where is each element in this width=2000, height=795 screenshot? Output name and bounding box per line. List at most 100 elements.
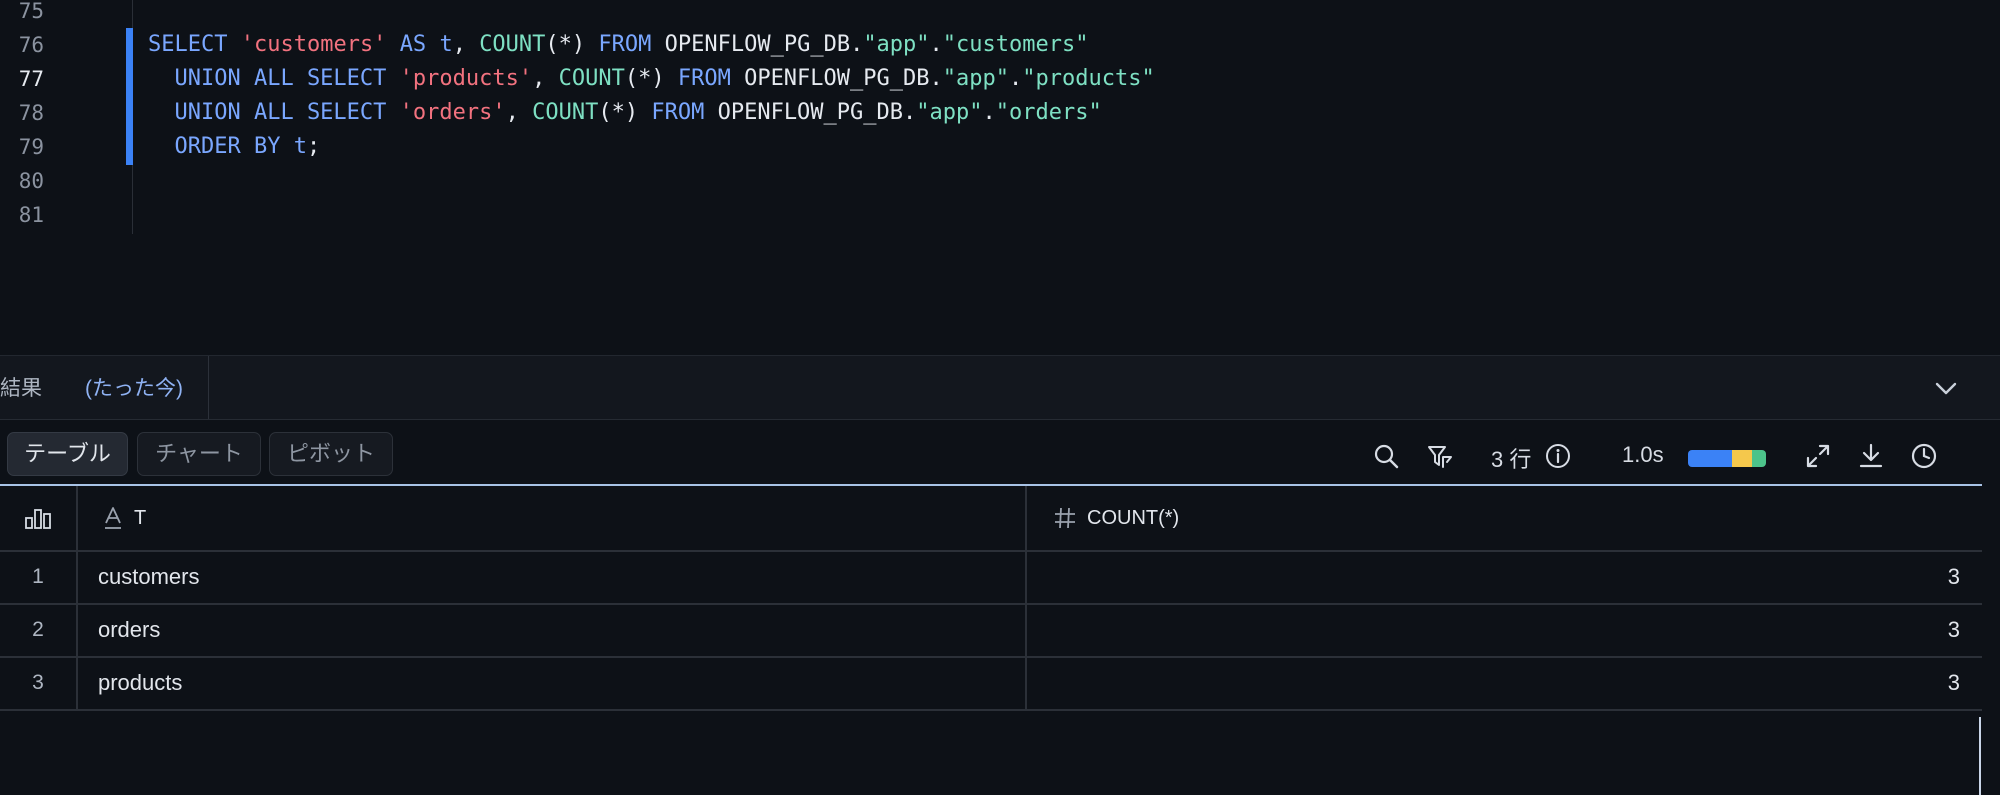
code-line[interactable]: ORDER BY t; (148, 130, 320, 164)
code-line[interactable]: SELECT 'customers' AS t, COUNT(*) FROM O… (148, 28, 1089, 62)
code-line[interactable]: UNION ALL SELECT 'orders', COUNT(*) FROM… (148, 96, 1102, 130)
row-info-button[interactable] (1544, 442, 1572, 470)
line-number: 80 (18, 169, 44, 193)
info-icon (1546, 444, 1570, 468)
cell-t[interactable]: orders (76, 603, 1027, 656)
code-token: (*) (545, 32, 599, 57)
code-token: COUNT (479, 32, 546, 57)
code-token: UNION ALL SELECT (148, 66, 387, 91)
line-number: 78 (18, 101, 44, 125)
code-token: "products" (1022, 66, 1155, 91)
download-icon (1859, 443, 1883, 468)
timing-segment (1688, 450, 1732, 467)
filter-icon (1428, 446, 1452, 468)
code-line[interactable]: UNION ALL SELECT 'products', COUNT(*) FR… (148, 62, 1155, 96)
chevron-down-icon (1935, 382, 1957, 395)
code-token: SELECT (148, 32, 228, 57)
expand-icon (1806, 444, 1830, 468)
download-button[interactable] (1857, 442, 1885, 470)
filter-button[interactable] (1426, 442, 1454, 470)
timing-segment (1731, 450, 1752, 467)
code-token: , (505, 100, 533, 125)
cell-count[interactable]: 3 (1027, 603, 1982, 656)
row-number: 1 (0, 550, 78, 603)
view-pivot-button[interactable]: ピボット (269, 432, 393, 476)
row-number: 3 (0, 656, 78, 709)
number-type-icon (1053, 506, 1077, 530)
table-row[interactable]: 1 customers 3 (0, 550, 1982, 605)
table-row[interactable]: 3 products 3 (0, 656, 1982, 711)
code-token: . (982, 100, 996, 125)
collapse-panel-button[interactable] (1928, 370, 1964, 406)
code-token: , (452, 32, 480, 57)
tab-results-label: 結果 (0, 377, 42, 400)
history-button[interactable] (1910, 442, 1938, 470)
code-token: OPENFLOW_PG_DB. (651, 32, 864, 57)
expand-button[interactable] (1804, 442, 1832, 470)
cell-t[interactable]: products (76, 656, 1027, 709)
column-stats-icon (25, 509, 51, 529)
column-header-count[interactable]: COUNT(*) (1027, 486, 1982, 550)
modified-lines-marker (126, 28, 133, 165)
column-stats-button[interactable] (0, 486, 78, 550)
code-token: OPENFLOW_PG_DB. (730, 66, 943, 91)
results-tab-bar: 結果 (たった今) (0, 355, 2000, 420)
code-token: UNION ALL SELECT (148, 100, 387, 125)
code-token: "app" (863, 32, 930, 57)
line-number: 77 (18, 67, 44, 91)
tab-results-time: (たった今) (85, 377, 183, 400)
results-toolbar: テーブル チャート ピボット 3 行 1.0s (0, 418, 1982, 486)
code-token: FROM (598, 32, 652, 57)
code-token: , (532, 66, 559, 91)
row-number: 2 (0, 603, 78, 656)
code-token: COUNT (558, 66, 625, 91)
code-token: t (439, 32, 453, 57)
clock-icon (1911, 443, 1937, 469)
column-header-t[interactable]: T (76, 486, 1027, 550)
scrollbar[interactable] (1979, 717, 1981, 795)
code-token: "orders" (995, 100, 1102, 125)
table-header-row: T COUNT(*) (0, 486, 1982, 552)
column-header-label: T (134, 506, 147, 529)
code-token: . (1008, 66, 1023, 91)
query-duration: 1.0s (1622, 442, 1664, 467)
code-token: "customers" (942, 32, 1089, 57)
query-timing-bar[interactable] (1688, 450, 1766, 467)
code-token: (*) (598, 100, 652, 125)
code-token: ; (306, 134, 321, 159)
cell-count[interactable]: 3 (1027, 550, 1982, 603)
search-icon (1374, 444, 1399, 469)
code-token: FROM (677, 66, 731, 91)
view-table-button[interactable]: テーブル (7, 432, 128, 476)
cell-t[interactable]: customers (76, 550, 1027, 603)
code-token: (*) (624, 66, 678, 91)
cell-count[interactable]: 3 (1027, 656, 1982, 709)
code-token: AS (399, 32, 427, 57)
timing-segment (1751, 450, 1766, 467)
column-header-label: COUNT(*) (1087, 506, 1180, 529)
search-button[interactable] (1372, 442, 1400, 470)
row-count: 3 行 (1491, 447, 1532, 472)
line-number: 79 (18, 135, 44, 159)
line-number: 81 (18, 203, 44, 227)
code-token: 'orders' (399, 100, 506, 125)
code-token: . (929, 32, 943, 57)
code-token: ORDER BY (148, 134, 281, 159)
code-token: 'customers' (240, 32, 387, 57)
sql-editor[interactable]: 75 76 77 78 79 80 81 SELECT 'customers' … (0, 0, 2000, 355)
tab-results[interactable]: 結果 (たった今) (0, 356, 209, 419)
code-token: "app" (942, 66, 1009, 91)
view-chart-button[interactable]: チャート (137, 432, 261, 476)
text-type-icon (102, 505, 124, 531)
table-row[interactable]: 2 orders 3 (0, 603, 1982, 658)
code-token: t (293, 134, 307, 159)
line-number: 75 (18, 0, 44, 23)
code-token: OPENFLOW_PG_DB. (704, 100, 917, 125)
code-token: "app" (916, 100, 983, 125)
